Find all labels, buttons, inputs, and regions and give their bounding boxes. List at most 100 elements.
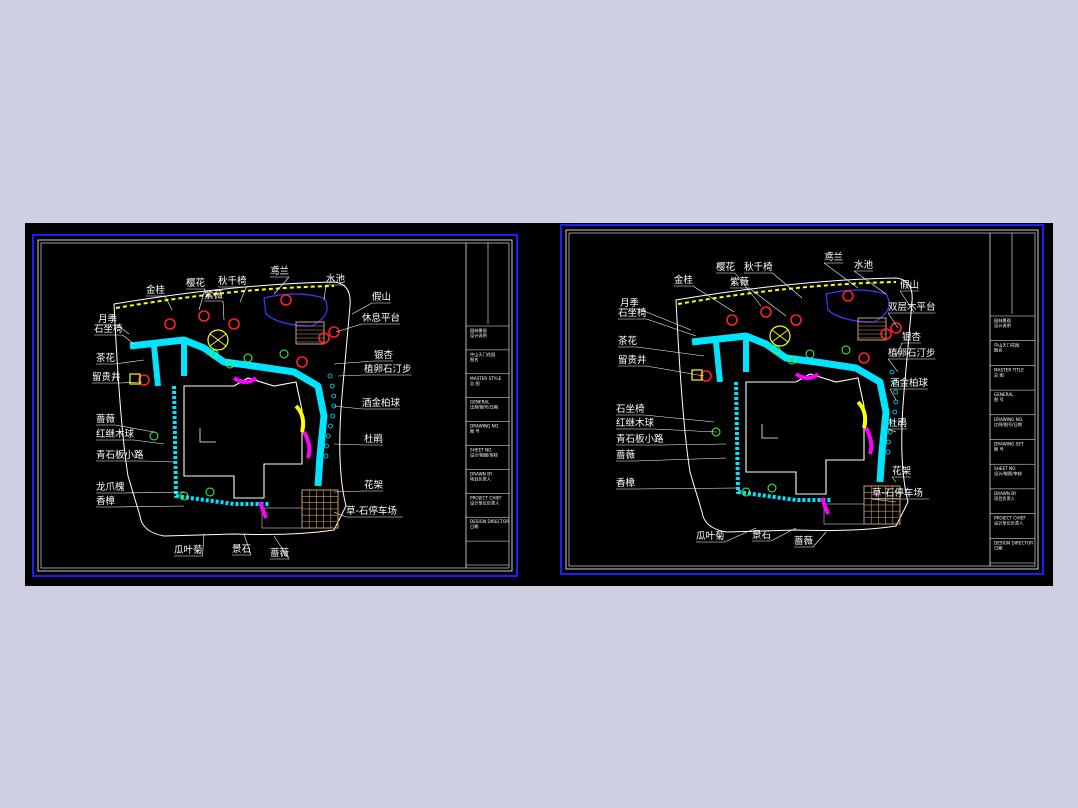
- hedge-magenta: [794, 372, 820, 380]
- leader-line: [202, 533, 205, 557]
- leader-line: [636, 346, 705, 357]
- plant-label: 鸢兰: [824, 251, 843, 263]
- plant-label: 蔷薇: [270, 547, 290, 559]
- site-plan-right: 园林景观设计说明中山天门花园图名MASTER TITLE总 图GENERAL图 …: [565, 229, 1039, 570]
- title-block-text: 设计/制图/审核: [994, 470, 1023, 477]
- plant-label: 银杏: [902, 331, 922, 343]
- title-block-text: 图名: [470, 356, 478, 363]
- stepping-stone: [329, 383, 335, 389]
- plant-label: 金桂: [146, 284, 166, 296]
- building-footprint: [745, 373, 865, 495]
- site-plan-left: 园林景观设计说明中山天门花园图名MASTER STYLE总 图GENERAL比例…: [37, 239, 513, 572]
- plant-label: 紫薇: [204, 289, 224, 301]
- leader-line: [133, 439, 165, 445]
- plant-label: 花架: [892, 465, 912, 477]
- stepping-stone: [330, 413, 336, 419]
- path-branch: [151, 340, 187, 387]
- leader-line: [748, 287, 787, 317]
- hedge-magenta: [232, 376, 258, 384]
- drawing-sheet-left[interactable]: 园林景观 设计说明 中山天门花园 图名 MASTER STYLE 总 图 GENERAL 比例…: [32, 234, 518, 577]
- stepping-stone: [323, 453, 329, 459]
- leader-line: [663, 443, 727, 446]
- plant-label: 景石: [752, 530, 771, 541]
- plant-label: 瓜叶菊: [696, 531, 725, 542]
- plant-label: 石坐椅: [616, 403, 645, 415]
- plant-label: 草-石停车场: [346, 505, 397, 517]
- plant-label: 金桂: [674, 274, 694, 286]
- hedge-magenta: [258, 501, 268, 519]
- plant-label: 银杏: [374, 349, 394, 361]
- leader-line: [692, 285, 735, 313]
- tree-symbol: [198, 310, 210, 322]
- leader-line: [887, 312, 899, 329]
- leader-line: [812, 531, 827, 548]
- hex-paving: [261, 507, 303, 529]
- leader-line: [333, 511, 347, 518]
- title-block-text: 图 号: [470, 429, 480, 435]
- plant-label: 秋千椅: [744, 261, 773, 273]
- title-block-text: 日期: [470, 524, 478, 530]
- tree-symbol: [790, 314, 802, 326]
- stepping-path: [734, 381, 832, 502]
- stepping-stone: [325, 433, 331, 439]
- hex-paving: [823, 503, 865, 525]
- stepping-stone: [327, 373, 333, 379]
- stepping-stone: [892, 409, 898, 415]
- plant-label: 青石板小路: [616, 433, 664, 445]
- title-block-text: 设计单位负责人: [470, 499, 500, 506]
- building-mark: [761, 424, 778, 439]
- plant-label: 蔷薇: [616, 449, 636, 461]
- leader-line: [323, 284, 327, 301]
- stepping-stone: [893, 389, 899, 395]
- plant-label: 双层木平台: [888, 301, 936, 313]
- leader-line: [114, 359, 145, 365]
- plant-label: 樱花: [186, 277, 206, 289]
- sheet-inner-border: [40, 242, 510, 569]
- leader-line: [143, 460, 175, 463]
- plant-label: 香樟: [616, 477, 636, 489]
- pond: [263, 293, 328, 327]
- plant-label: 杜鹃: [888, 417, 907, 429]
- leader-line: [239, 286, 247, 303]
- plant-label: 龙爪槐: [96, 481, 125, 493]
- plant-label: 留贵井: [92, 371, 121, 383]
- leader-line: [122, 334, 135, 345]
- tree-symbol: [726, 314, 738, 326]
- tree-symbol: [164, 318, 176, 330]
- path-branch: [713, 336, 749, 383]
- stepping-stone: [886, 439, 891, 445]
- plant-label: 瓜叶菊: [174, 545, 203, 556]
- title-block-text: 设计说明: [470, 332, 487, 339]
- shrub-symbol: [805, 349, 815, 359]
- plant-label: 酒金柏球: [890, 377, 929, 389]
- leader-line: [646, 318, 697, 337]
- plant-label: 蔷薇: [96, 413, 116, 425]
- shrub-symbol: [205, 487, 215, 497]
- plant-label: 休息平台: [362, 312, 400, 324]
- plant-label: 红继木球: [616, 417, 655, 429]
- title-block-text: 设计/制图/审核: [470, 452, 499, 459]
- drawing-sheet-right[interactable]: 园林景观 设计说明 中山天门花园 图名 MASTER TITLE 总 图 GENERAL 图 …: [560, 224, 1044, 575]
- title-block-text: 项目负责人: [470, 475, 492, 482]
- shrub-symbol: [279, 349, 289, 359]
- plaza-pattern: [771, 329, 789, 343]
- shrub-symbol: [767, 483, 777, 493]
- sheet-border: [565, 229, 1039, 570]
- tree-symbol: [296, 356, 308, 368]
- leader-line: [335, 323, 363, 333]
- plant-label: 植卵石汀步: [888, 347, 936, 359]
- plant-label: 花架: [364, 479, 384, 491]
- title-block-text: 设计单位负责人: [994, 520, 1024, 527]
- title-block-text: 项目负责人: [994, 495, 1016, 502]
- leader-line: [638, 308, 692, 331]
- plant-label: 水池: [326, 273, 346, 285]
- cad-canvas[interactable]: 园林景观 设计说明 中山天门花园 图名 MASTER STYLE 总 图 GENERAL 比例…: [25, 223, 1053, 586]
- pond: [825, 289, 890, 323]
- plant-label: 假山: [900, 279, 919, 291]
- plant-label: 茶花: [618, 335, 638, 347]
- title-block-text: 图 号: [994, 447, 1004, 453]
- shrub-symbol: [149, 431, 159, 441]
- plant-label: 鸢兰: [270, 265, 289, 277]
- plant-label: 酒金柏球: [362, 397, 401, 409]
- site-plan-group: [113, 281, 351, 537]
